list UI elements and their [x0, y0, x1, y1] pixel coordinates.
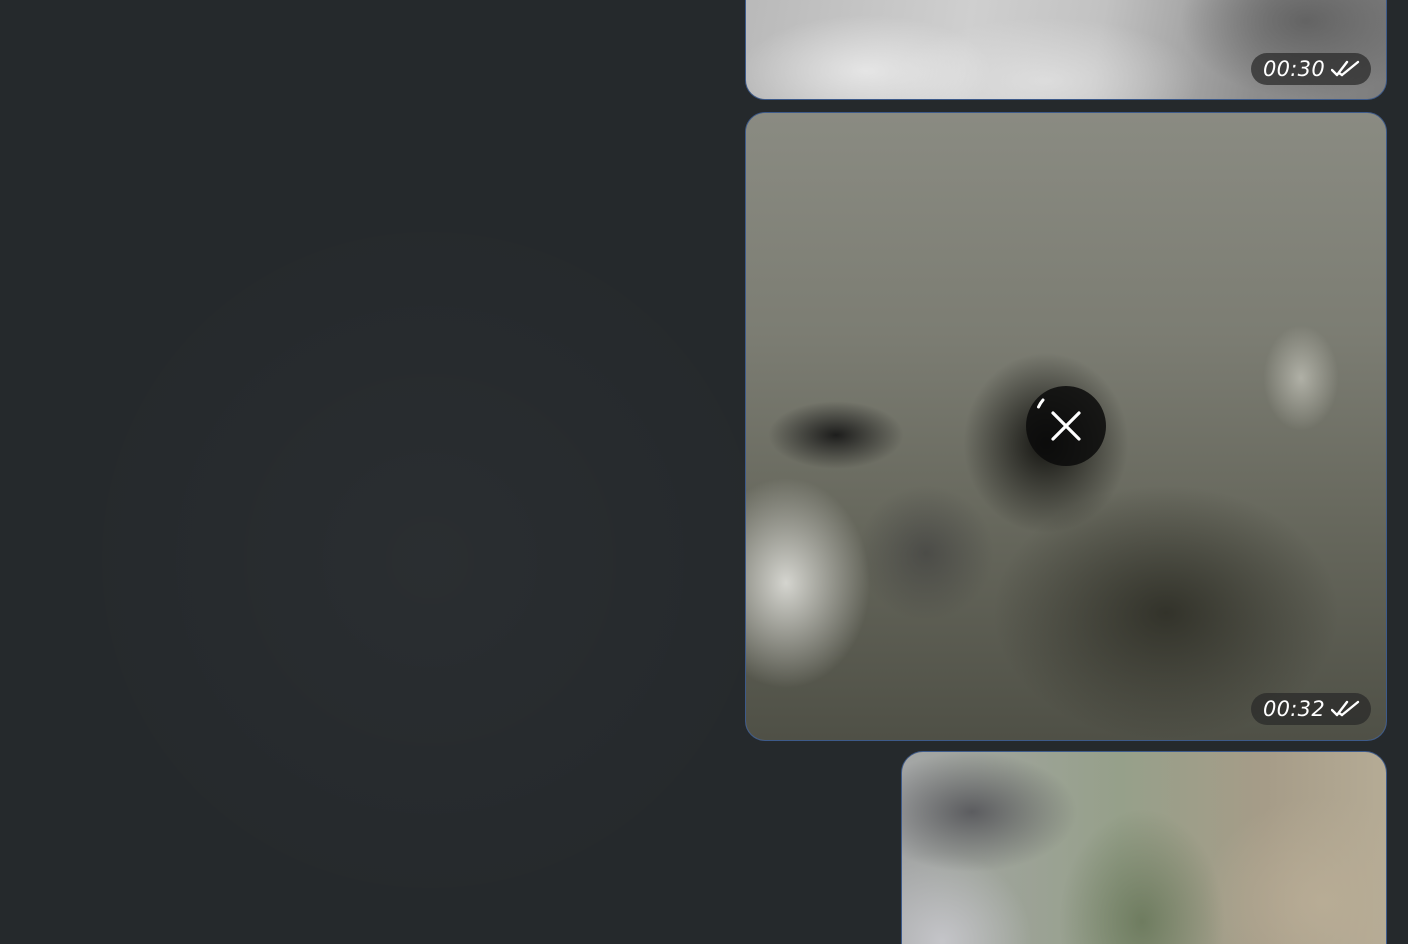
double-check-icon [1330, 59, 1361, 79]
message-time: 00:32 [1262, 697, 1325, 721]
double-check-icon [1330, 699, 1361, 719]
photo-message-3[interactable] [901, 751, 1387, 944]
close-icon [1037, 398, 1081, 441]
cancel-download-button[interactable] [1026, 386, 1106, 466]
message-time: 00:30 [1262, 57, 1325, 81]
photo-message-2[interactable]: 00:32 [745, 112, 1387, 741]
message-time-badge: 00:32 [1250, 693, 1371, 725]
message-time-badge: 00:30 [1250, 53, 1371, 85]
photo-thumbnail [902, 752, 1386, 944]
photo-message-1[interactable]: 00:30 [745, 0, 1387, 100]
